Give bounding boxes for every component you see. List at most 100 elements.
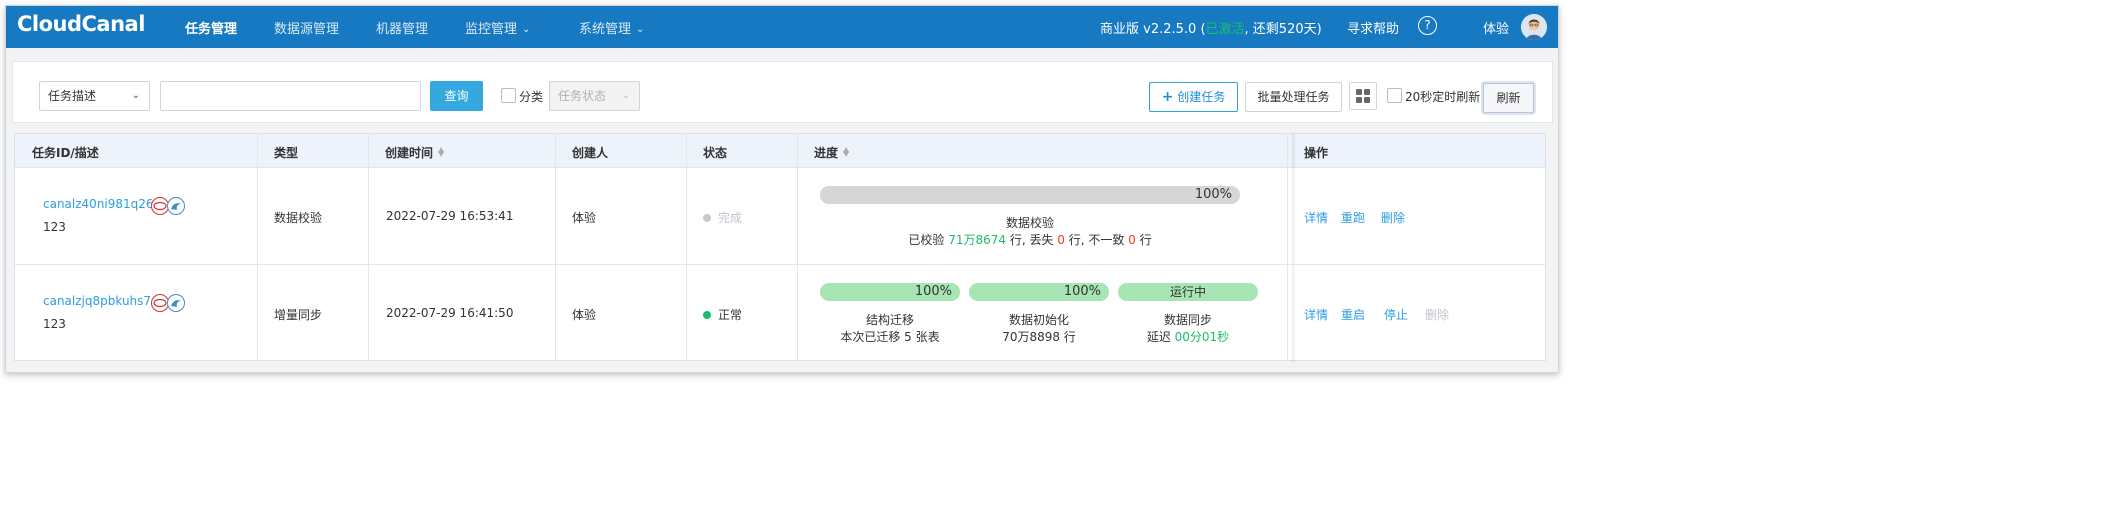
- batch-process-button[interactable]: 批量处理任务: [1245, 82, 1342, 112]
- stage-detail: 本次已迁移 5 张表: [840, 330, 940, 344]
- header-status: 状态: [703, 146, 728, 160]
- task-toolbar: 任务描述 ⌄ 查询 分类 任务状态 ⌄ + 创建任务 批量处理任务 20秒定时刷…: [12, 61, 1553, 123]
- app-window: CloudCanal 任务管理 数据源管理 机器管理 监控管理 ⌄ 系统管理 ⌄ 商…: [5, 5, 1559, 373]
- nav-monitor-management[interactable]: 监控管理 ⌄: [465, 18, 530, 37]
- task-table: 任务ID/描述 类型 创建时间 ▲ ▼ 创建人 状态 进度 ▲ ▼ 操作 canalz4…: [14, 133, 1546, 362]
- license-info: 商业版 v2.2.5.0 (已激活, 还剩520天): [1100, 18, 1322, 37]
- grid-icon: [1356, 97, 1362, 103]
- create-task-button[interactable]: + 创建任务: [1149, 82, 1238, 112]
- column-divider: [686, 134, 687, 362]
- task-id-link[interactable]: canalzjq8pbkuhs7: [43, 294, 151, 308]
- header-progress[interactable]: 进度 ▲ ▼: [814, 144, 849, 161]
- search-input[interactable]: [160, 81, 421, 111]
- nav-system-label: 系统管理: [579, 22, 632, 37]
- status-text: 完成: [718, 211, 743, 225]
- task-status-select[interactable]: 任务状态 ⌄: [549, 81, 640, 111]
- task-status-placeholder: 任务状态: [558, 89, 607, 103]
- progress-detail-part: 行, 不一致: [1064, 233, 1129, 247]
- mismatch-rows: 0: [1128, 233, 1136, 247]
- stage-title: 结构迁移: [865, 313, 914, 327]
- user-avatar-icon: [1521, 14, 1547, 40]
- refresh-button[interactable]: 刷新: [1483, 83, 1534, 113]
- header-progress-label: 进度: [814, 146, 839, 160]
- task-creator: 体验: [572, 211, 597, 225]
- status-dot-icon: [703, 311, 711, 319]
- status-badge: 正常: [703, 306, 742, 323]
- grid-view-button[interactable]: [1349, 82, 1377, 110]
- stage-title: 数据初始化: [1008, 313, 1069, 327]
- task-creator: 体验: [572, 308, 597, 322]
- progress-bar: 100%: [969, 283, 1109, 301]
- status-badge: 完成: [703, 209, 742, 226]
- progress-bar: 100%: [820, 186, 1240, 204]
- delay-value: 00分01秒: [1174, 330, 1230, 344]
- detail-link[interactable]: 详情: [1304, 306, 1328, 323]
- chevron-down-icon: ⌄: [522, 24, 531, 35]
- header-created-label: 创建时间: [385, 146, 434, 160]
- progress-percent: 100%: [1063, 284, 1101, 299]
- stop-link[interactable]: 停止: [1384, 306, 1408, 323]
- task-type: 增量同步: [274, 308, 323, 322]
- chevron-down-icon: ⌄: [621, 90, 630, 101]
- detail-link[interactable]: 详情: [1304, 209, 1328, 226]
- progress-detail-part: 行, 丢失: [1006, 233, 1058, 247]
- filter-field-value: 任务描述: [48, 89, 97, 103]
- top-navbar: CloudCanal 任务管理 数据源管理 机器管理 监控管理 ⌄ 系统管理 ⌄ 商…: [6, 6, 1558, 48]
- auto-refresh-checkbox[interactable]: [1387, 88, 1402, 103]
- query-button[interactable]: 查询: [430, 81, 483, 111]
- chevron-down-icon: ⌄: [636, 24, 645, 35]
- progress-title: 数据校验: [1005, 216, 1054, 230]
- avatar[interactable]: [1521, 14, 1547, 40]
- table-header: 任务ID/描述 类型 创建时间 ▲ ▼ 创建人 状态 进度 ▲ ▼ 操作: [15, 134, 1545, 168]
- restart-link[interactable]: 重启: [1341, 306, 1365, 323]
- task-description: 123: [43, 220, 66, 234]
- sort-icon[interactable]: ▲ ▼: [438, 146, 444, 158]
- task-id-link[interactable]: canalz40ni981q26: [43, 197, 154, 211]
- task-created-time: 2022-07-29 16:53:41: [386, 209, 514, 223]
- rerun-link[interactable]: 重跑: [1341, 209, 1365, 226]
- auto-refresh-label: 20秒定时刷新: [1405, 90, 1481, 104]
- progress-detail-part: 行: [1135, 233, 1152, 247]
- nav-monitor-label: 监控管理: [465, 22, 518, 37]
- status-dot-icon: [703, 214, 711, 222]
- filter-field-select[interactable]: 任务描述 ⌄: [39, 81, 150, 111]
- row-divider: [15, 264, 1545, 265]
- progress-percent: 100%: [1194, 187, 1232, 202]
- plus-icon: +: [1161, 89, 1174, 105]
- lost-rows: 0: [1057, 233, 1065, 247]
- progress-fill: [820, 186, 1240, 204]
- column-divider: [1287, 134, 1288, 362]
- header-type: 类型: [274, 146, 299, 160]
- task-type: 数据校验: [274, 211, 323, 225]
- fixed-column-shadow: [1292, 134, 1296, 362]
- status-text: 正常: [718, 308, 743, 322]
- progress-detail-part: 已校验: [908, 233, 949, 247]
- nav-datasource-management[interactable]: 数据源管理: [274, 18, 339, 37]
- license-remaining: , 还剩520天): [1244, 22, 1322, 37]
- nav-machine-management[interactable]: 机器管理: [376, 18, 428, 37]
- stage-detail: 延迟 00分01秒: [1118, 328, 1258, 345]
- progress-percent: 100%: [914, 284, 952, 299]
- help-link[interactable]: 寻求帮助: [1347, 18, 1399, 37]
- user-name[interactable]: 体验: [1483, 18, 1509, 37]
- license-active-label: 已激活: [1205, 22, 1245, 37]
- group-checkbox[interactable]: [501, 88, 516, 103]
- progress-detail: 已校验 71万8674 行, 丢失 0 行, 不一致 0 行: [820, 231, 1240, 248]
- help-icon[interactable]: ?: [1418, 16, 1437, 35]
- mysql-target-icon: [167, 294, 185, 312]
- app-logo[interactable]: CloudCanal: [17, 12, 145, 36]
- nav-system-management[interactable]: 系统管理 ⌄: [579, 18, 644, 37]
- progress-bar: 运行中: [1118, 283, 1258, 301]
- progress-bar: 100%: [820, 283, 960, 301]
- progress-running-label: 运行中: [1169, 285, 1206, 299]
- delete-link[interactable]: 删除: [1381, 209, 1405, 226]
- header-creator: 创建人: [572, 146, 609, 160]
- sort-icon[interactable]: ▲ ▼: [843, 146, 849, 158]
- column-divider: [368, 134, 369, 362]
- header-actions: 操作: [1304, 146, 1329, 160]
- column-divider: [257, 134, 258, 362]
- nav-task-management[interactable]: 任务管理: [185, 18, 237, 37]
- column-divider: [555, 134, 556, 362]
- header-created-time[interactable]: 创建时间 ▲ ▼: [385, 144, 444, 161]
- checked-rows: 71万8674: [948, 233, 1006, 247]
